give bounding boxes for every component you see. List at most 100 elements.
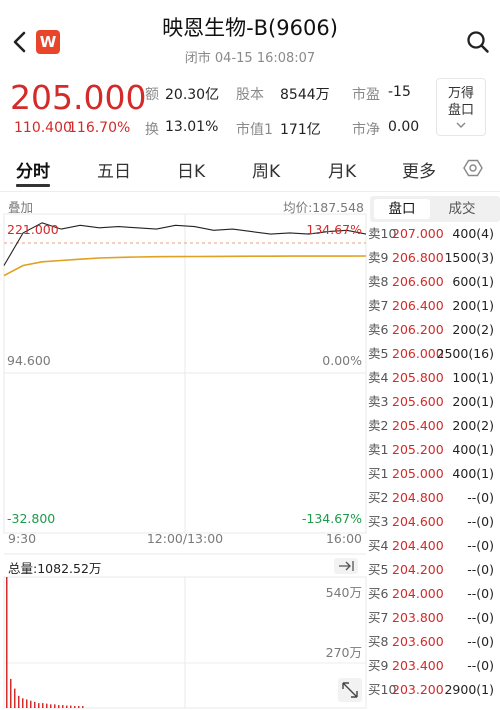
volume-bar [26,699,28,708]
orderbook-level-label: 卖4 [368,370,389,385]
overlay-label[interactable]: 叠加 [8,200,33,215]
orderbook-row[interactable]: 买8 203.600 --(0) [368,631,500,652]
orderbook-volume: 600(1) [452,274,494,289]
orderbook-level-label: 买6 [368,586,389,601]
expand-icon[interactable] [338,678,362,702]
tab-trades[interactable]: 成交 [434,199,490,219]
orderbook-row[interactable]: 买10 203.200 2900(1) [368,679,500,700]
orderbook-row[interactable]: 买4 204.400 --(0) [368,535,500,556]
stat-value-turnover: 20.30亿 [165,87,220,103]
stat-label-pe: 市盈 [352,87,380,103]
orderbook-level-label: 买5 [368,562,389,577]
orderbook-volume: 200(2) [452,322,494,337]
tab-daily-k[interactable]: 日K [177,157,205,182]
volume-bar [30,700,32,708]
volume-bar [14,688,16,708]
stat-label-pb: 市净 [352,122,380,138]
orderbook-volume: 100(1) [452,370,494,385]
stat-value-pe: -15 [388,84,411,100]
stat-label-turnover: 额 [145,87,159,103]
tab-orderbook[interactable]: 盘口 [374,199,430,219]
orderbook-row[interactable]: 卖7 206.400 200(1) [368,295,500,316]
orderbook-row[interactable]: 卖2 205.400 200(2) [368,415,500,436]
orderbook-price: 206.800 [392,250,444,265]
stock-title: 映恩生物-B(9606) [162,16,338,40]
orderbook-volume: --(0) [467,610,494,625]
orderbook-level-label: 买9 [368,658,389,673]
tab-monthly-k[interactable]: 月K [328,157,356,182]
avg-price-label: 均价:187.548 [283,200,364,215]
orderbook-row[interactable]: 卖5 206.000 2500(16) [368,343,500,364]
stat-value-turnover-rate: 13.01% [165,119,219,135]
collapse-arrow-icon[interactable] [334,558,358,574]
orderbook-row[interactable]: 买6 204.000 --(0) [368,583,500,604]
chevron-down-icon [456,122,466,128]
orderbook-volume: --(0) [467,538,494,553]
stat-value-shares: 8544万 [280,87,330,103]
orderbook-row[interactable]: 买2 204.800 --(0) [368,487,500,508]
orderbook-volume: 400(1) [452,466,494,481]
orderbook-level-label: 卖3 [368,394,389,409]
orderbook-price: 203.200 [392,682,444,697]
orderbook-level-label: 买7 [368,610,389,625]
orderbook-volume: 1500(3) [444,250,494,265]
tab-intraday[interactable]: 分时 [16,157,50,182]
volume-bar [34,701,36,708]
orderbook-row[interactable]: 卖10 207.000 400(4) [368,223,500,244]
orderbook-row[interactable]: 卖9 206.800 1500(3) [368,247,500,268]
orderbook-price: 205.800 [392,370,444,385]
volume-bar [62,705,64,708]
orderbook-row[interactable]: 卖4 205.800 100(1) [368,367,500,388]
orderbook-row[interactable]: 买9 203.400 --(0) [368,655,500,676]
orderbook-row[interactable]: 买1 205.000 400(1) [368,463,500,484]
market-status: 闭市 04-15 16:08:07 [184,51,316,66]
volume-bar [58,705,60,708]
orderbook-price: 204.600 [392,514,444,529]
orderbook-row[interactable]: 买7 203.800 --(0) [368,607,500,628]
volume-bars [6,577,84,708]
tab-weekly-k[interactable]: 周K [252,157,280,182]
orderbook-row[interactable]: 买5 204.200 --(0) [368,559,500,580]
orderbook-volume: --(0) [467,634,494,649]
stat-label-market-cap: 市值1 [236,122,273,138]
orderbook-volume: 200(1) [452,298,494,313]
wind-order-book-label: 万得盘口 [447,86,474,118]
orderbook-price: 205.600 [392,394,444,409]
orderbook-level-label: 买8 [368,634,389,649]
settings-icon[interactable] [463,158,483,178]
orderbook-level-label: 卖5 [368,346,389,361]
volume-bar [22,698,24,708]
orderbook-volume: 200(2) [452,418,494,433]
x-label-midday: 12:00/13:00 [147,531,223,546]
volume-bar [70,705,72,708]
orderbook-price: 206.200 [392,322,444,337]
orderbook-price: 205.400 [392,418,444,433]
orderbook-row[interactable]: 买3 204.600 --(0) [368,511,500,532]
intraday-chart[interactable]: 叠加 均价:187.548 221.000 134.67% 94.600 0.0… [0,192,370,710]
orderbook-row[interactable]: 卖6 206.200 200(2) [368,319,500,340]
search-icon[interactable] [466,30,490,54]
orderbook-price: 203.600 [392,634,444,649]
orderbook-row[interactable]: 卖3 205.600 200(1) [368,391,500,412]
orderbook-row[interactable]: 卖8 206.600 600(1) [368,271,500,292]
orderbook-price: 204.800 [392,490,444,505]
volume-bar [82,706,84,708]
tab-five-day[interactable]: 五日 [97,157,131,182]
tab-more[interactable]: 更多 [402,157,436,182]
orderbook-price: 207.000 [392,226,444,241]
orderbook-price: 203.800 [392,610,444,625]
y-bottom-right-label: -134.67% [302,511,362,526]
volume-bar [6,577,8,708]
orderbook-level-label: 卖6 [368,322,389,337]
orderbook-volume: 400(1) [452,442,494,457]
volume-bar [54,704,56,708]
orderbook-level-label: 卖8 [368,274,389,289]
orderbook-volume: --(0) [467,658,494,673]
price-change-pct: 116.70% [68,120,131,136]
volume-tick-high: 540万 [326,585,362,600]
orderbook-row[interactable]: 卖1 205.200 400(1) [368,439,500,460]
orderbook-level-label: 卖7 [368,298,389,313]
price-change: 110.400 [14,120,72,136]
orderbook-level-label: 卖9 [368,250,389,265]
volume-bar [74,706,76,708]
